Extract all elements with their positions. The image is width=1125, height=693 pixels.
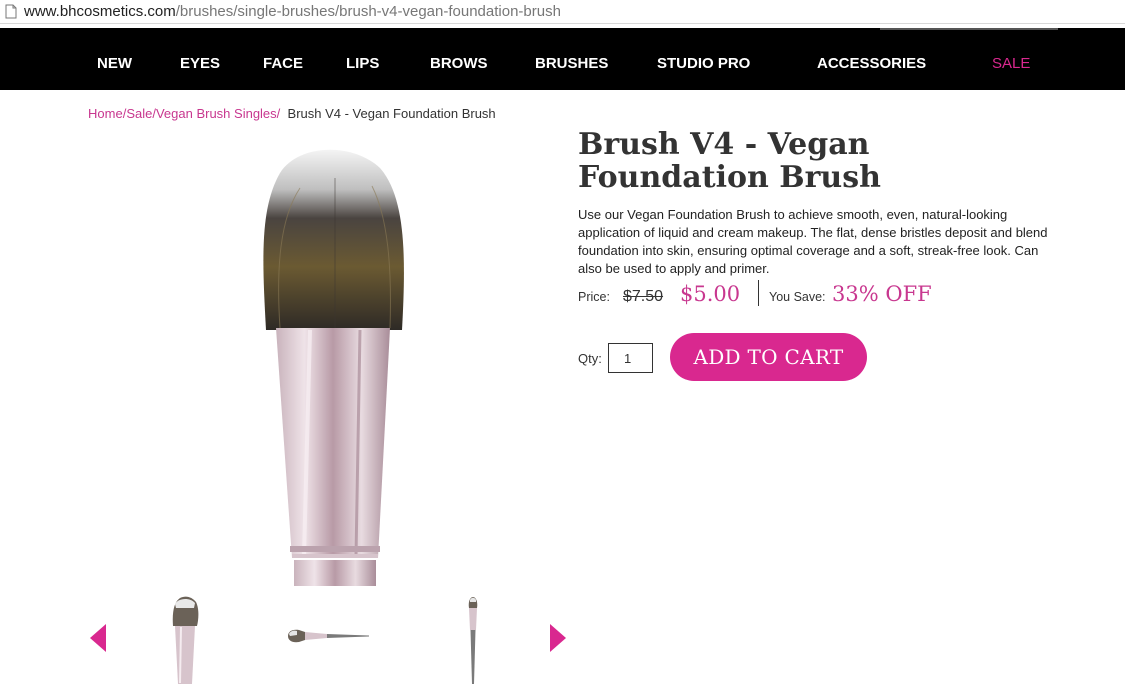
breadcrumb-current: Brush V4 - Vegan Foundation Brush: [287, 106, 496, 121]
price-divider: [758, 280, 759, 306]
triangle-left-icon[interactable]: [90, 624, 106, 652]
triangle-right-icon[interactable]: [550, 624, 566, 652]
nav-item-brushes[interactable]: BRUSHES: [535, 28, 608, 90]
nav-item-face[interactable]: FACE: [263, 28, 303, 90]
main-nav: NEW EYES FACE LIPS BROWS BRUSHES STUDIO …: [0, 28, 1125, 90]
nav-item-studio-pro[interactable]: STUDIO PRO: [657, 28, 750, 90]
nav-item-eyes[interactable]: EYES: [180, 28, 220, 90]
qty-input[interactable]: [608, 343, 653, 373]
nav-item-lips[interactable]: LIPS: [346, 28, 379, 90]
you-save-label: You Save:: [769, 290, 826, 304]
product-main-image[interactable]: [240, 138, 430, 588]
url-host: www.bhcosmetics.com: [24, 3, 176, 20]
nav-item-accessories[interactable]: ACCESSORIES: [817, 28, 926, 90]
breadcrumb-sale[interactable]: Sale: [126, 106, 152, 121]
product-description: Use our Vegan Foundation Brush to achiev…: [578, 207, 1048, 276]
breadcrumb-vegan-brush-singles[interactable]: Vegan Brush Singles: [156, 106, 277, 121]
thumbnail-full-length-view[interactable]: [466, 596, 480, 691]
nav-item-sale[interactable]: SALE: [992, 28, 1030, 90]
breadcrumb: Home/Sale/Vegan Brush Singles/ Brush V4 …: [88, 106, 496, 121]
price-row: Price: $7.50 $5.00 You Save: 33% OFF: [578, 280, 1058, 308]
product-title: Brush V4 - Vegan Foundation Brush: [578, 127, 881, 195]
nav-item-new[interactable]: NEW: [97, 28, 132, 90]
address-bar[interactable]: www.bhcosmetics.com/brushes/single-brush…: [0, 0, 1125, 24]
sale-price: $5.00: [680, 282, 741, 306]
breadcrumb-separator: /: [276, 106, 284, 121]
add-to-cart-button[interactable]: ADD TO CART: [670, 333, 867, 381]
url-path: /brushes/single-brushes/brush-v4-vegan-f…: [175, 3, 561, 20]
breadcrumb-home[interactable]: Home: [88, 106, 123, 121]
thumbnail-front-view[interactable]: [170, 596, 200, 691]
price-label: Price:: [578, 290, 610, 304]
page-icon: [5, 4, 17, 19]
original-price: $7.50: [623, 288, 664, 305]
thumbnail-gallery: [88, 596, 568, 688]
thumbnail-side-view[interactable]: [287, 626, 371, 651]
qty-label: Qty:: [578, 351, 602, 366]
nav-item-brows[interactable]: BROWS: [430, 28, 488, 90]
discount-value: 33% OFF: [832, 282, 932, 306]
